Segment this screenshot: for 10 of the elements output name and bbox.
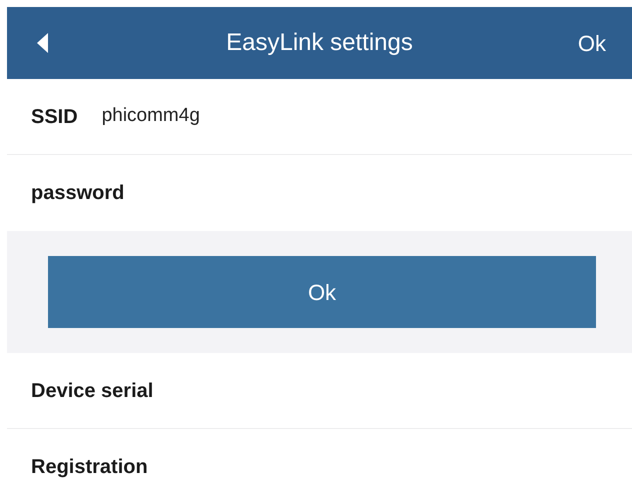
- ok-button[interactable]: Ok: [578, 26, 606, 60]
- ok-button[interactable]: Ok: [48, 256, 596, 328]
- input-field[interactable]: phicomm4g: [102, 102, 632, 131]
- settings-item[interactable]: Device serial: [31, 376, 154, 406]
- field-label: SSID: [31, 104, 78, 130]
- screen-title: EasyLink settings: [226, 29, 413, 56]
- field-label: password: [31, 181, 124, 206]
- back-button[interactable]: [37, 33, 49, 53]
- back-icon: [37, 33, 49, 53]
- settings-item[interactable]: Registration: [31, 452, 148, 482]
